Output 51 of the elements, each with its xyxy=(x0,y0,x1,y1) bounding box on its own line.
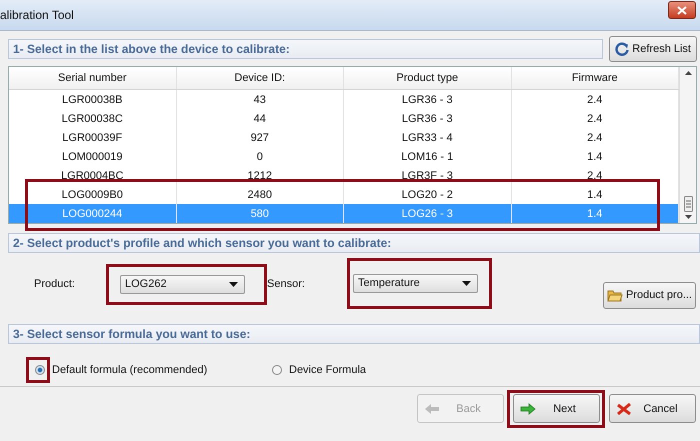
section-heading: 3- Select sensor formula you want to use: xyxy=(8,324,700,344)
right-arrow-icon xyxy=(520,402,536,414)
table-cell: LOG26 - 3 xyxy=(344,204,512,223)
next-button[interactable]: Next xyxy=(513,394,600,423)
scroll-up-icon xyxy=(684,70,692,76)
column-header[interactable]: Device ID: xyxy=(176,67,344,89)
section-heading: 1- Select in the list above the device to calibrate: xyxy=(8,39,604,59)
table-cell: 0 xyxy=(176,147,344,166)
radio-button[interactable] xyxy=(35,365,45,375)
column-header[interactable]: Product type xyxy=(344,67,512,89)
table-cell: LGR00038B xyxy=(9,90,176,109)
table-cell: LOM16 - 1 xyxy=(344,147,512,166)
product-profile-button[interactable]: Product pro... xyxy=(602,282,696,308)
dropdown-caret-icon xyxy=(462,280,471,286)
scroll-thumb-icon xyxy=(684,196,692,212)
table-cell: 44 xyxy=(176,109,344,128)
scrollbar[interactable] xyxy=(679,67,696,223)
cross-icon xyxy=(616,402,632,414)
table-cell: 1212 xyxy=(176,166,344,185)
cancel-button[interactable]: Cancel xyxy=(609,394,696,423)
table-cell: LGR00038C xyxy=(9,109,176,128)
option-label: Device Formula xyxy=(289,364,366,376)
refresh-list-button[interactable]: Refresh List xyxy=(609,36,697,62)
table-cell: 43 xyxy=(176,90,344,109)
table-cell: LGR0004BC xyxy=(9,166,176,185)
table-cell: LOG000244 xyxy=(9,204,176,223)
table-cell: LGR36 - 3 xyxy=(344,90,512,109)
left-arrow-icon xyxy=(424,402,440,414)
option-label: Default formula (recommended) xyxy=(52,364,208,376)
field-label: Sensor: xyxy=(267,278,306,290)
close-icon xyxy=(677,6,687,14)
table-cell: LGR00039F xyxy=(9,128,176,147)
dropdown[interactable]: LOG262 xyxy=(120,274,245,294)
dropdown-caret-icon xyxy=(229,282,238,286)
window-title: alibration Tool xyxy=(0,8,74,22)
device-table[interactable] xyxy=(8,66,697,224)
table-cell: 580 xyxy=(176,204,344,223)
table-cell: LGR33 - 4 xyxy=(344,128,512,147)
table-cell: LGR36 - 3 xyxy=(344,109,512,128)
close-button[interactable] xyxy=(668,1,696,19)
column-header[interactable]: Serial number xyxy=(9,67,176,89)
table-cell: LOM000019 xyxy=(9,147,176,166)
field-label: Product: xyxy=(34,278,76,290)
scroll-down-icon xyxy=(684,214,692,220)
dropdown[interactable]: Temperature xyxy=(353,274,478,292)
table-cell: LGR3F - 3 xyxy=(344,166,512,185)
radio-button[interactable] xyxy=(272,365,282,375)
folder-icon xyxy=(606,288,623,302)
section-heading: 2- Select product's profile and which sensor you want to calibrate: xyxy=(8,233,700,253)
table-cell: 927 xyxy=(176,128,344,147)
refresh-icon xyxy=(615,42,630,56)
